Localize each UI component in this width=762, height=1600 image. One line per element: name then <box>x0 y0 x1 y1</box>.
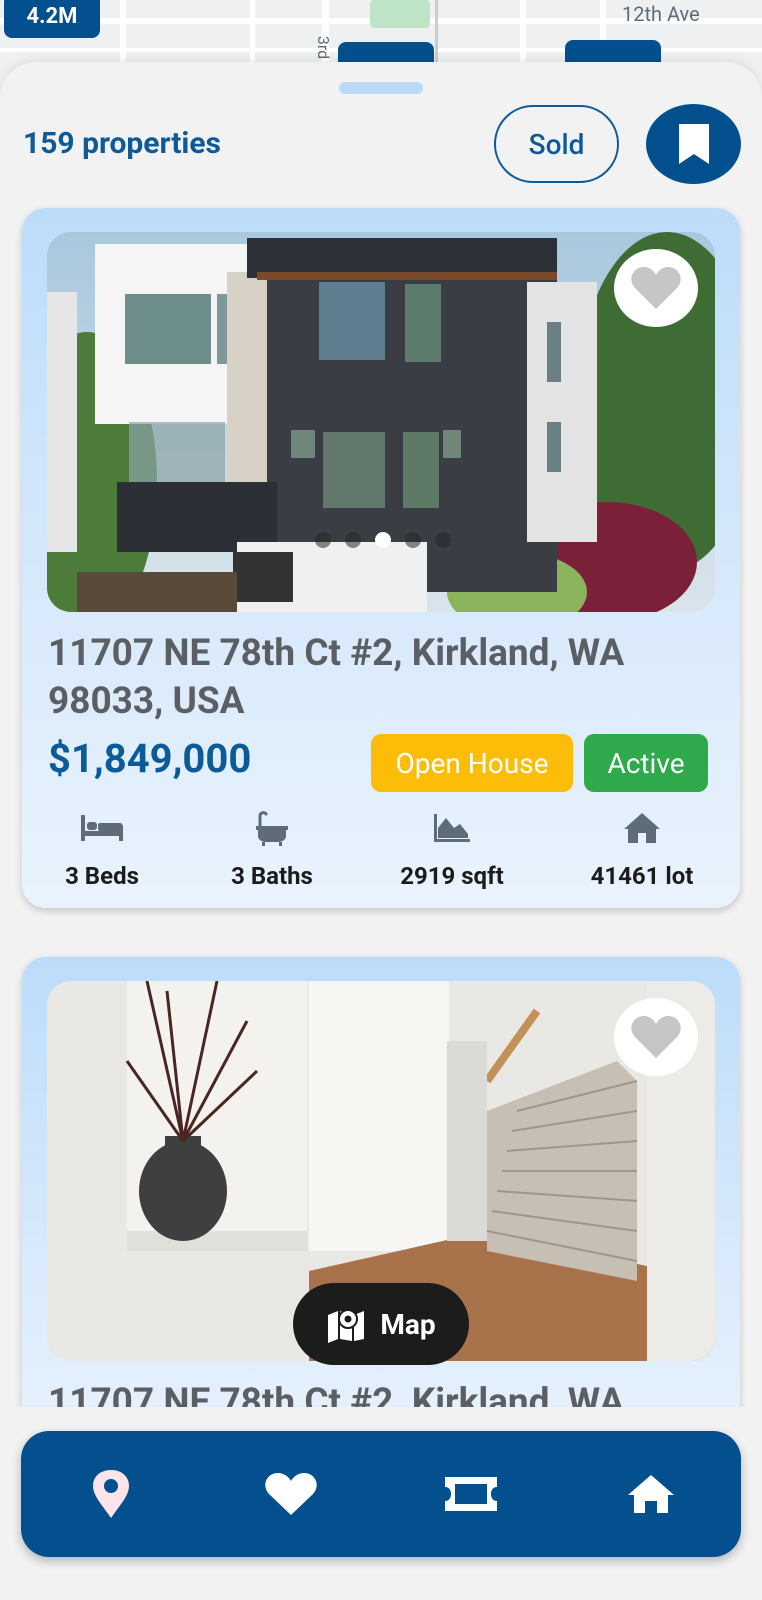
bookmark-icon <box>678 124 709 164</box>
carousel-dot[interactable] <box>345 532 361 548</box>
bathtub-icon <box>192 808 352 848</box>
nav-map-location[interactable] <box>71 1454 151 1534</box>
area-chart-icon <box>372 808 532 848</box>
listing-price: $1,849,000 <box>48 735 252 782</box>
carousel-dot[interactable] <box>405 532 421 548</box>
beds-stat: 3 Beds <box>22 808 182 890</box>
bookmark-button[interactable] <box>646 104 741 184</box>
ticket-icon <box>445 1477 497 1511</box>
listing-card[interactable]: 11707 NE 78th Ct #2, Kirkland, WA 98033,… <box>22 208 740 908</box>
nav-tours[interactable] <box>431 1454 511 1534</box>
property-count: 159 properties <box>23 126 221 161</box>
carousel-dot[interactable] <box>315 532 331 548</box>
listing-photo[interactable] <box>47 232 715 612</box>
home-icon <box>628 1475 674 1513</box>
bed-icon <box>22 808 182 848</box>
map-view-button[interactable]: Map <box>293 1283 469 1365</box>
open-house-badge: Open House <box>371 734 573 792</box>
sqft-stat: 2919 sqft <box>372 808 532 890</box>
drag-handle[interactable] <box>339 82 423 94</box>
heart-icon <box>631 1016 681 1058</box>
nav-home[interactable] <box>611 1454 691 1534</box>
street-label-2: 3rd <box>314 35 334 60</box>
map-button-label: Map <box>380 1307 436 1341</box>
listing-card[interactable]: 11707 NE 78th Ct #2, Kirkland, WA <box>22 957 740 1477</box>
map-price-pin[interactable]: 4.2M <box>4 0 100 38</box>
heart-icon <box>265 1473 317 1515</box>
listings-sheet: 159 properties Sold 11707 NE 78th Ct #2,… <box>0 62 762 1600</box>
bottom-navigation <box>21 1431 741 1557</box>
listing-address: 11707 NE 78th Ct #2, Kirkland, WA 98033,… <box>48 632 625 723</box>
photo-carousel-dots <box>315 532 451 548</box>
carousel-dot-active[interactable] <box>375 532 391 548</box>
baths-stat: 3 Baths <box>192 808 352 890</box>
home-icon <box>562 808 722 848</box>
favorite-button[interactable] <box>614 249 698 327</box>
street-label: 12th Ave <box>622 2 700 26</box>
sold-filter-button[interactable]: Sold <box>494 105 619 183</box>
heart-icon <box>631 267 681 309</box>
map-icon <box>328 1309 365 1343</box>
favorite-button[interactable] <box>614 998 698 1076</box>
status-badge: Active <box>584 734 708 792</box>
nav-favorites[interactable] <box>251 1454 331 1534</box>
lot-stat: 41461 lot <box>562 808 722 890</box>
carousel-dot[interactable] <box>435 532 451 548</box>
location-pin-icon <box>93 1470 129 1518</box>
